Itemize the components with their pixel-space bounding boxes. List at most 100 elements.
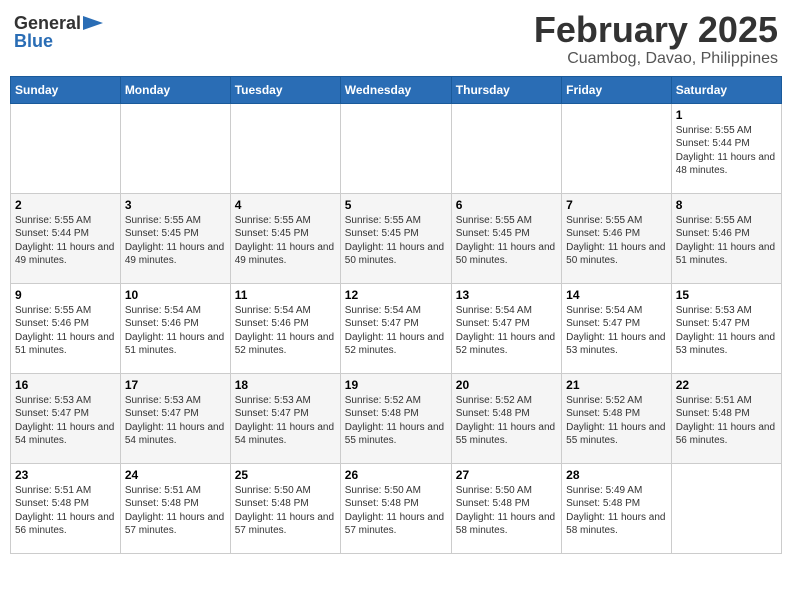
calendar-cell: 3 Sunrise: 5:55 AMSunset: 5:45 PMDaylight…: [120, 193, 230, 283]
weekday-header-thursday: Thursday: [451, 76, 561, 103]
day-info: Sunrise: 5:55 AMSunset: 5:44 PMDaylight:…: [676, 124, 777, 178]
day-number: 19: [345, 378, 447, 392]
day-info: Sunrise: 5:51 AMSunset: 5:48 PMDaylight:…: [676, 394, 777, 448]
calendar-cell: 2 Sunrise: 5:55 AMSunset: 5:44 PMDaylight…: [11, 193, 121, 283]
calendar-cell: 5Sunrise: 5:55 AMSunset: 5:45 PMDaylight…: [340, 193, 451, 283]
day-number: 23: [15, 468, 116, 482]
day-number: 17: [125, 378, 226, 392]
calendar-cell: 14 Sunrise: 5:54 AMSunset: 5:47 PMDayligh…: [562, 283, 672, 373]
day-info: Sunrise: 5:54 AMSunset: 5:46 PMDaylight:…: [125, 304, 226, 358]
calendar-cell: 28Sunrise: 5:49 AMSunset: 5:48 PMDayligh…: [562, 463, 672, 553]
day-info: Sunrise: 5:52 AMSunset: 5:48 PMDaylight:…: [566, 394, 667, 448]
calendar-cell: 27 Sunrise: 5:50 AMSunset: 5:48 PMDayligh…: [451, 463, 561, 553]
day-info: Sunrise: 5:51 AMSunset: 5:48 PMDaylight:…: [15, 484, 116, 538]
day-number: 24: [125, 468, 226, 482]
day-info: Sunrise: 5:55 AMSunset: 5:46 PMDaylight:…: [15, 304, 116, 358]
day-info: Sunrise: 5:55 AMSunset: 5:45 PMDaylight:…: [456, 214, 557, 268]
calendar-cell: [451, 103, 561, 193]
calendar-cell: [230, 103, 340, 193]
day-number: 3: [125, 198, 226, 212]
weekday-header-friday: Friday: [562, 76, 672, 103]
day-info: Sunrise: 5:53 AMSunset: 5:47 PMDaylight:…: [676, 304, 777, 358]
calendar-cell: 23 Sunrise: 5:51 AMSunset: 5:48 PMDayligh…: [11, 463, 121, 553]
day-number: 13: [456, 288, 557, 302]
day-number: 4: [235, 198, 336, 212]
day-info: Sunrise: 5:54 AMSunset: 5:46 PMDaylight:…: [235, 304, 336, 358]
calendar-cell: [562, 103, 672, 193]
calendar-week-row: 23 Sunrise: 5:51 AMSunset: 5:48 PMDayligh…: [11, 463, 782, 553]
calendar-cell: 6 Sunrise: 5:55 AMSunset: 5:45 PMDaylight…: [451, 193, 561, 283]
calendar-cell: 7 Sunrise: 5:55 AMSunset: 5:46 PMDaylight…: [562, 193, 672, 283]
calendar-week-row: 16 Sunrise: 5:53 AMSunset: 5:47 PMDayligh…: [11, 373, 782, 463]
calendar-cell: 10Sunrise: 5:54 AMSunset: 5:46 PMDayligh…: [120, 283, 230, 373]
day-number: 22: [676, 378, 777, 392]
calendar-cell: 21Sunrise: 5:52 AMSunset: 5:48 PMDayligh…: [562, 373, 672, 463]
day-number: 11: [235, 288, 336, 302]
calendar-header-row: SundayMondayTuesdayWednesdayThursdayFrid…: [11, 76, 782, 103]
calendar-cell: 13 Sunrise: 5:54 AMSunset: 5:47 PMDayligh…: [451, 283, 561, 373]
day-info: Sunrise: 5:55 AMSunset: 5:46 PMDaylight:…: [566, 214, 667, 268]
calendar-cell: 4 Sunrise: 5:55 AMSunset: 5:45 PMDaylight…: [230, 193, 340, 283]
calendar-week-row: 2 Sunrise: 5:55 AMSunset: 5:44 PMDaylight…: [11, 193, 782, 283]
day-info: Sunrise: 5:52 AMSunset: 5:48 PMDaylight:…: [456, 394, 557, 448]
day-info: Sunrise: 5:54 AMSunset: 5:47 PMDaylight:…: [345, 304, 447, 358]
calendar-cell: 1 Sunrise: 5:55 AMSunset: 5:44 PMDaylight…: [671, 103, 781, 193]
day-number: 14: [566, 288, 667, 302]
calendar-week-row: 1 Sunrise: 5:55 AMSunset: 5:44 PMDaylight…: [11, 103, 782, 193]
page-header: General Blue February 2025 Cuambog, Dava…: [10, 10, 782, 68]
day-number: 7: [566, 198, 667, 212]
day-info: Sunrise: 5:55 AMSunset: 5:44 PMDaylight:…: [15, 214, 116, 268]
day-number: 5: [345, 198, 447, 212]
calendar-cell: [11, 103, 121, 193]
calendar-cell: 19 Sunrise: 5:52 AMSunset: 5:48 PMDayligh…: [340, 373, 451, 463]
day-info: Sunrise: 5:54 AMSunset: 5:47 PMDaylight:…: [566, 304, 667, 358]
day-number: 12: [345, 288, 447, 302]
day-info: Sunrise: 5:53 AMSunset: 5:47 PMDaylight:…: [125, 394, 226, 448]
day-info: Sunrise: 5:55 AMSunset: 5:45 PMDaylight:…: [235, 214, 336, 268]
day-info: Sunrise: 5:52 AMSunset: 5:48 PMDaylight:…: [345, 394, 447, 448]
day-number: 1: [676, 108, 777, 122]
weekday-header-sunday: Sunday: [11, 76, 121, 103]
calendar-cell: 12 Sunrise: 5:54 AMSunset: 5:47 PMDayligh…: [340, 283, 451, 373]
day-info: Sunrise: 5:50 AMSunset: 5:48 PMDaylight:…: [456, 484, 557, 538]
calendar-table: SundayMondayTuesdayWednesdayThursdayFrid…: [10, 76, 782, 554]
day-info: Sunrise: 5:53 AMSunset: 5:47 PMDaylight:…: [235, 394, 336, 448]
day-info: Sunrise: 5:54 AMSunset: 5:47 PMDaylight:…: [456, 304, 557, 358]
day-number: 16: [15, 378, 116, 392]
day-info: Sunrise: 5:55 AMSunset: 5:46 PMDaylight:…: [676, 214, 777, 268]
calendar-week-row: 9 Sunrise: 5:55 AMSunset: 5:46 PMDaylight…: [11, 283, 782, 373]
calendar-cell: 15 Sunrise: 5:53 AMSunset: 5:47 PMDayligh…: [671, 283, 781, 373]
calendar-cell: 16Sunrise: 5:53 AMSunset: 5:47 PMDayligh…: [11, 373, 121, 463]
day-number: 15: [676, 288, 777, 302]
logo-flag-icon: [83, 16, 103, 30]
day-number: 6: [456, 198, 557, 212]
calendar-cell: 24 Sunrise: 5:51 AMSunset: 5:48 PMDayligh…: [120, 463, 230, 553]
day-number: 26: [345, 468, 447, 482]
calendar-cell: [340, 103, 451, 193]
calendar-cell: 25 Sunrise: 5:50 AMSunset: 5:48 PMDayligh…: [230, 463, 340, 553]
calendar-cell: 8 Sunrise: 5:55 AMSunset: 5:46 PMDaylight…: [671, 193, 781, 283]
day-info: Sunrise: 5:55 AMSunset: 5:45 PMDaylight:…: [125, 214, 226, 268]
day-number: 8: [676, 198, 777, 212]
calendar-cell: 17 Sunrise: 5:53 AMSunset: 5:47 PMDayligh…: [120, 373, 230, 463]
day-info: Sunrise: 5:50 AMSunset: 5:48 PMDaylight:…: [235, 484, 336, 538]
logo-blue-text: Blue: [14, 32, 53, 50]
day-number: 9: [15, 288, 116, 302]
calendar-cell: 11 Sunrise: 5:54 AMSunset: 5:46 PMDayligh…: [230, 283, 340, 373]
month-year-title: February 2025: [534, 10, 778, 50]
calendar-cell: 20 Sunrise: 5:52 AMSunset: 5:48 PMDayligh…: [451, 373, 561, 463]
day-info: Sunrise: 5:50 AMSunset: 5:48 PMDaylight:…: [345, 484, 447, 538]
day-number: 20: [456, 378, 557, 392]
day-number: 28: [566, 468, 667, 482]
calendar-cell: 9 Sunrise: 5:55 AMSunset: 5:46 PMDaylight…: [11, 283, 121, 373]
day-number: 25: [235, 468, 336, 482]
calendar-cell: 26 Sunrise: 5:50 AMSunset: 5:48 PMDayligh…: [340, 463, 451, 553]
day-number: 27: [456, 468, 557, 482]
title-area: February 2025 Cuambog, Davao, Philippine…: [534, 10, 778, 68]
location-subtitle: Cuambog, Davao, Philippines: [534, 50, 778, 68]
day-number: 18: [235, 378, 336, 392]
day-info: Sunrise: 5:51 AMSunset: 5:48 PMDaylight:…: [125, 484, 226, 538]
calendar-cell: 22 Sunrise: 5:51 AMSunset: 5:48 PMDayligh…: [671, 373, 781, 463]
day-number: 2: [15, 198, 116, 212]
weekday-header-wednesday: Wednesday: [340, 76, 451, 103]
